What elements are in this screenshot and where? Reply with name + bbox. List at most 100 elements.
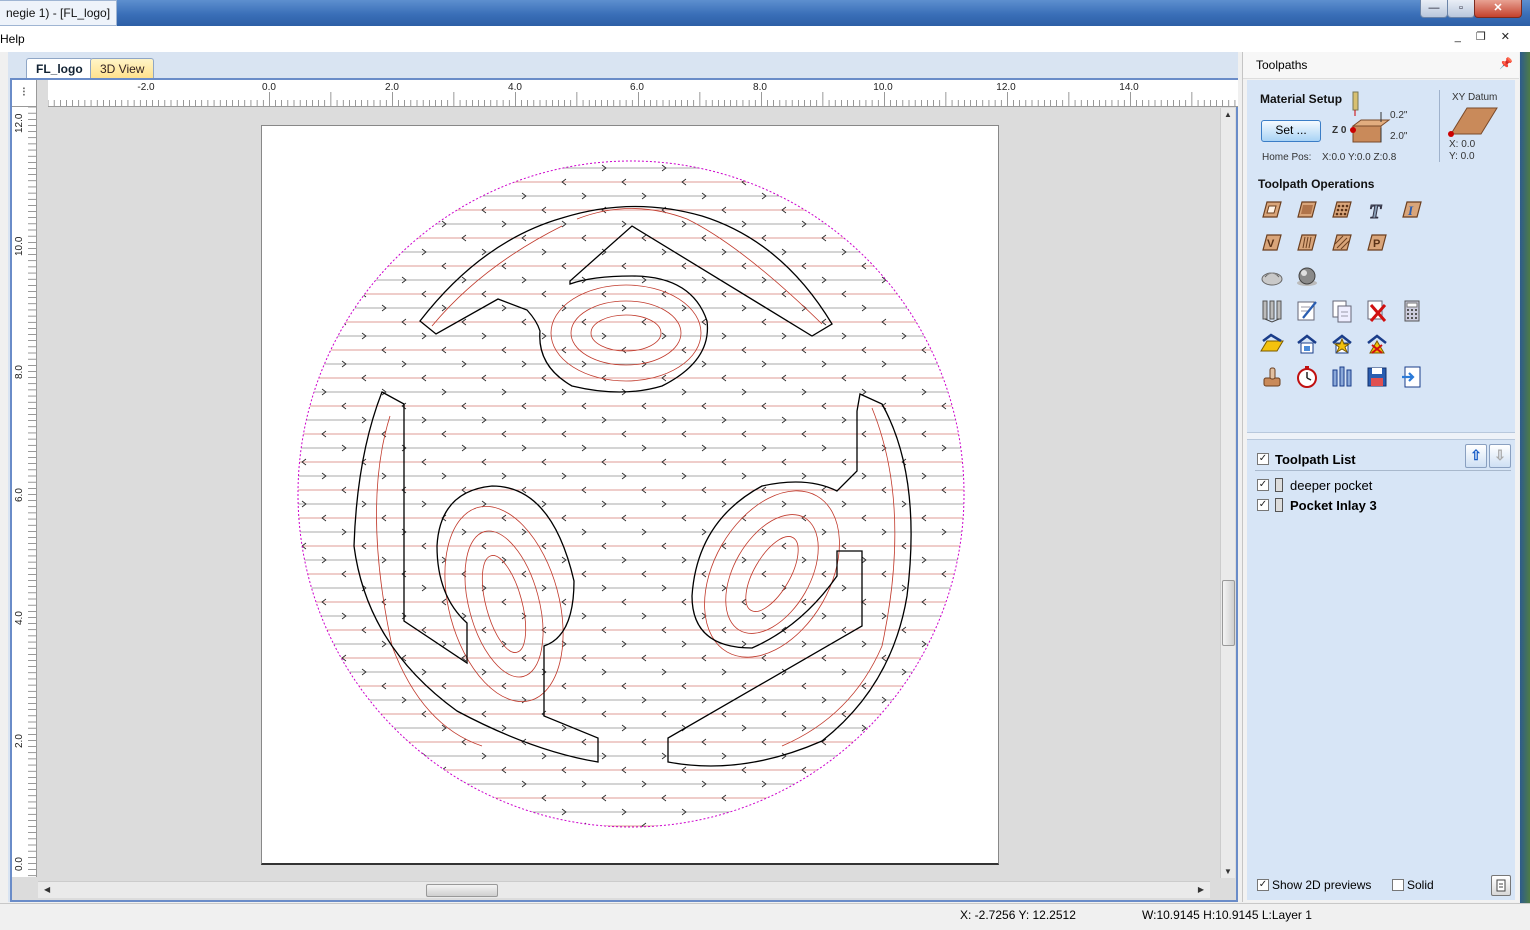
prism-carve-icon[interactable]: P [1364, 230, 1390, 256]
direction-arrow [941, 276, 947, 284]
ruler-label: 6.0 [14, 488, 25, 502]
direction-arrow [881, 192, 887, 200]
direction-arrow [941, 780, 947, 788]
minimize-button[interactable]: — [1420, 0, 1448, 18]
drilling-toolpath-icon[interactable] [1329, 197, 1355, 223]
direction-arrow [941, 360, 947, 368]
pocket-toolpath-icon[interactable] [1294, 197, 1320, 223]
window-title: negie 1) - [FL_logo] [0, 0, 118, 26]
toolpath-item-label: deeper pocket [1290, 478, 1373, 493]
vector-outlines [353, 205, 912, 767]
direction-arrow [321, 682, 327, 690]
direction-arrow [901, 710, 907, 718]
direction-arrow [941, 192, 947, 200]
direction-arrow [921, 766, 927, 774]
menu-help[interactable]: Help [0, 32, 25, 46]
move-down-button[interactable]: ⇩ [1489, 444, 1511, 468]
direction-arrow [401, 822, 407, 827]
direction-arrow [341, 780, 347, 788]
svg-text:T: T [1369, 201, 1382, 223]
ruler-label: 2.0 [385, 82, 399, 93]
direction-arrow [341, 696, 347, 704]
direction-arrow [721, 164, 727, 172]
horizontal-scrollbar[interactable]: ◀ ▶ [38, 881, 1210, 898]
toolpath-summary-button[interactable] [1491, 875, 1511, 896]
toolpaths-panel: Toolpaths 📌 Material Setup Set ... Z 0 0… [1242, 52, 1519, 902]
roughing-3d-icon[interactable] [1259, 263, 1285, 289]
direction-arrow [321, 724, 327, 732]
delete-toolpath-icon[interactable] [1364, 298, 1390, 324]
solid-checkbox[interactable] [1392, 879, 1404, 891]
vertical-scroll-thumb[interactable] [1222, 580, 1235, 646]
direction-arrow [501, 808, 507, 816]
direction-arrow [781, 794, 787, 802]
drawing-canvas[interactable] [38, 108, 1226, 878]
direction-arrow [381, 220, 387, 228]
preview-all-icon[interactable] [1329, 331, 1355, 357]
direction-arrow [321, 178, 327, 186]
toolpath-item-checkbox[interactable]: ✓ [1257, 499, 1269, 511]
direction-arrow [841, 794, 847, 802]
export-toolpath-icon[interactable] [1399, 364, 1425, 390]
text-engrave-icon[interactable]: T [1364, 197, 1390, 224]
copy-toolpath-icon[interactable] [1329, 298, 1355, 324]
direction-arrow [841, 752, 847, 760]
toolpath-item-checkbox[interactable]: ✓ [1257, 479, 1269, 491]
close-button[interactable]: ✕ [1474, 0, 1522, 18]
scroll-left-icon[interactable]: ◀ [44, 885, 50, 894]
ruler-corner-icon[interactable]: ⁝ [12, 80, 37, 107]
mdi-window-controls[interactable]: _ ❐ ✕ [1455, 30, 1516, 43]
move-up-button[interactable]: ⇧ [1465, 444, 1487, 468]
cursor-position: X: -2.7256 Y: 12.2512 [960, 908, 1076, 922]
panel-splitter[interactable] [1247, 432, 1515, 440]
texture-toolpath-icon[interactable] [1329, 230, 1355, 256]
scroll-down-icon[interactable]: ▼ [1224, 867, 1232, 876]
direction-arrow [901, 164, 907, 172]
tab-3d-view[interactable]: 3D View [90, 58, 155, 79]
machining-time-icon[interactable] [1294, 364, 1320, 390]
direction-arrow [301, 626, 307, 634]
direction-arrow [921, 808, 927, 816]
fluting-toolpath-icon[interactable] [1294, 230, 1320, 256]
vertical-scrollbar[interactable]: ▲ ▼ [1220, 108, 1235, 878]
toolpath-templates-icon[interactable] [1259, 298, 1285, 324]
tab-fl-logo[interactable]: FL_logo [26, 58, 93, 79]
direction-arrow [921, 262, 927, 270]
save-toolpath-icon[interactable] [1364, 364, 1390, 390]
ruler-label: 6.0 [630, 82, 644, 93]
direction-arrow [941, 234, 947, 242]
reset-preview-icon[interactable] [1364, 331, 1390, 357]
direction-arrow [861, 766, 867, 774]
home-pos-value: X:0.0 Y:0.0 Z:0.8 [1322, 152, 1397, 163]
toolpath-list-checkbox[interactable]: ✓ [1257, 453, 1269, 465]
raster-toolpath [298, 167, 964, 827]
toolpath-operations-title: Toolpath Operations [1258, 177, 1375, 191]
merge-toolpaths-icon[interactable] [1329, 364, 1355, 390]
scroll-up-icon[interactable]: ▲ [1224, 110, 1232, 119]
finishing-3d-icon[interactable] [1294, 263, 1320, 289]
panel-title: Toolpaths [1256, 58, 1308, 72]
direction-arrow [941, 612, 947, 620]
maximize-button[interactable]: ▫ [1447, 0, 1475, 18]
preview-material-icon[interactable] [1259, 331, 1285, 357]
direction-arrow [501, 178, 507, 186]
sanding-tool-icon[interactable] [1259, 364, 1285, 390]
toolpath-item-icon [1275, 498, 1283, 512]
edit-toolpath-icon[interactable] [1294, 298, 1320, 324]
direction-arrow [421, 206, 427, 214]
vertical-ruler[interactable]: 12.0 10.0 8.0 6.0 4.0 2.0 0.0 [12, 107, 37, 877]
pin-icon[interactable]: 📌 [1499, 57, 1513, 70]
direction-arrow [401, 780, 407, 788]
calculator-icon[interactable] [1399, 298, 1425, 324]
scroll-right-icon[interactable]: ▶ [1198, 885, 1204, 894]
xy-datum-icon[interactable] [1445, 104, 1501, 138]
v-carve-icon[interactable]: V [1259, 230, 1285, 256]
horizontal-ruler[interactable]: -2.0 0.0 2.0 4.0 6.0 8.0 10.0 12.0 14.0 [48, 80, 1238, 107]
profile-toolpath-icon[interactable] [1259, 197, 1285, 223]
inlay-toolpath-icon[interactable]: I [1399, 197, 1425, 223]
show-2d-previews-checkbox[interactable]: ✓ [1257, 879, 1269, 891]
preview-selected-icon[interactable] [1294, 331, 1320, 357]
horizontal-scroll-thumb[interactable] [426, 884, 498, 897]
material-set-button[interactable]: Set ... [1261, 120, 1321, 142]
direction-arrow [901, 248, 907, 256]
